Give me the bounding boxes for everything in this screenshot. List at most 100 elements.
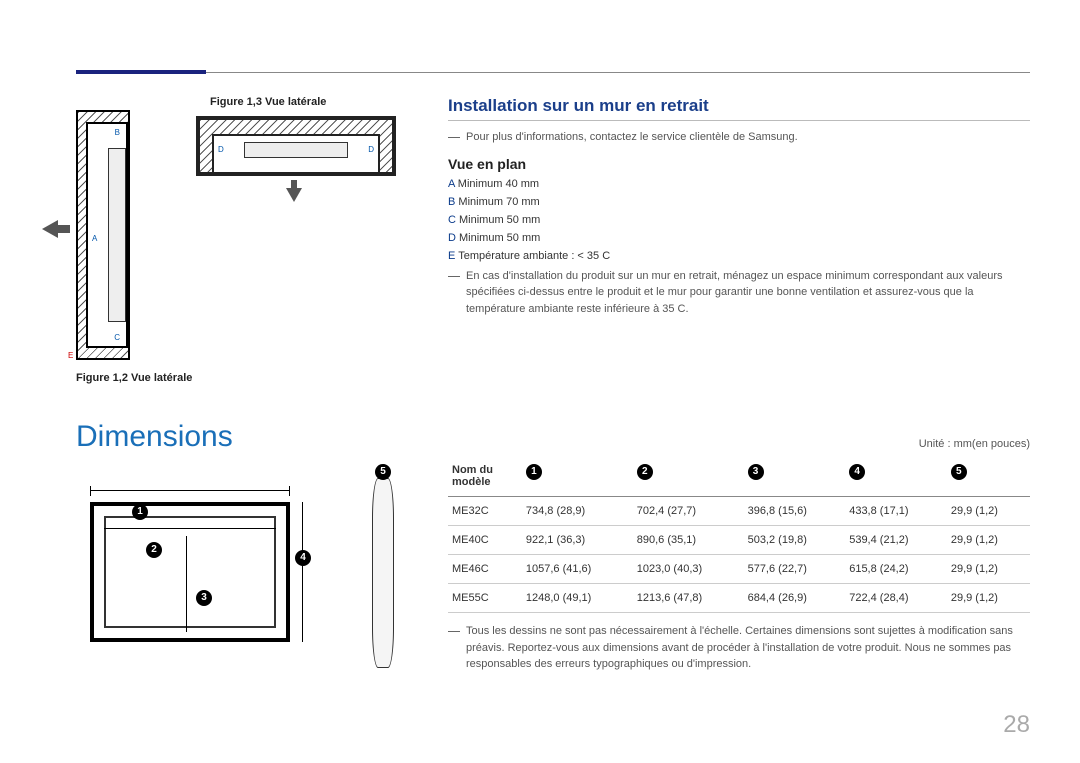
table-cell: 722,4 (28,4) [845,584,947,613]
table-cell: ME40C [448,526,522,555]
spec-e-key: E [448,250,455,262]
contact-note: Pour plus d'informations, contactez le s… [448,129,1030,146]
circled-1-icon: 1 [526,464,542,480]
spec-e: E Température ambiante : < 35 C [448,250,1030,262]
table-cell: 1248,0 (49,1) [522,584,633,613]
spec-a-key: A [448,178,455,190]
table-cell: 890,6 (35,1) [633,526,744,555]
col-5: 5 [947,456,1030,497]
marker-e: E [68,351,73,360]
spec-e-text: Température ambiante : < 35 C [458,250,610,262]
figure-1-3-diagram: D D [196,116,396,176]
col-model: Nom du modèle [448,456,522,497]
circled-2-icon: 2 [637,464,653,480]
table-cell: 29,9 (1,2) [947,526,1030,555]
spec-b: B Minimum 70 mm [448,196,1030,208]
table-cell: 29,9 (1,2) [947,497,1030,526]
col-4: 4 [845,456,947,497]
spec-d: D Minimum 50 mm [448,232,1030,244]
table-cell: 503,2 (19,8) [744,526,846,555]
page-number: 28 [1003,711,1030,739]
circled-3-icon: 3 [196,590,212,606]
spec-b-text: Minimum 70 mm [458,196,539,208]
display-outer-frame [90,502,290,642]
installation-section: Installation sur un mur en retrait Pour … [448,96,1030,321]
table-cell: 702,4 (27,7) [633,497,744,526]
arrow-down-icon [286,188,302,202]
marker-b: B [115,128,120,137]
spec-a: A Minimum 40 mm [448,178,1030,190]
dimensions-table-section: Unité : mm(en pouces) Nom du modèle 1 2 … [448,438,1030,673]
col-2: 2 [633,456,744,497]
front-dimensions-diagram: 1 2 3 4 [76,480,306,660]
circled-5-icon: 5 [375,464,391,480]
mounted-device-side [108,148,126,322]
display-inner-frame [104,516,276,628]
dimensions-table: Nom du modèle 1 2 3 4 5 ME32C734,8 (28,9… [448,456,1030,613]
col-model-l2: modèle [452,476,491,488]
table-cell: 396,8 (15,6) [744,497,846,526]
circled-3-icon: 3 [748,464,764,480]
dimension-line-4 [302,502,303,642]
table-cell: 1023,0 (40,3) [633,555,744,584]
spec-d-key: D [448,232,456,244]
table-cell: 433,8 (17,1) [845,497,947,526]
table-cell: 29,9 (1,2) [947,555,1030,584]
marker-a: A [92,234,97,243]
circled-1-icon: 1 [132,504,148,520]
table-header-row: Nom du modèle 1 2 3 4 5 [448,456,1030,497]
table-cell: 577,6 (22,7) [744,555,846,584]
table-cell: ME55C [448,584,522,613]
spec-b-key: B [448,196,455,208]
dimensions-heading: Dimensions [76,420,233,454]
spec-c: C Minimum 50 mm [448,214,1030,226]
dimensions-footnote: Tous les dessins ne sont pas nécessairem… [448,623,1030,673]
table-row: ME32C734,8 (28,9)702,4 (27,7)396,8 (15,6… [448,497,1030,526]
dimension-line-2 [104,528,276,529]
table-cell: 684,4 (26,9) [744,584,846,613]
marker-d-left: D [218,145,224,154]
dimension-line-1 [90,490,290,491]
table-cell: ME32C [448,497,522,526]
top-rule [76,72,1030,73]
table-row: ME46C1057,6 (41,6)1023,0 (40,3)577,6 (22… [448,555,1030,584]
table-cell: 615,8 (24,2) [845,555,947,584]
ventilation-note: En cas d'installation du produit sur un … [448,268,1030,318]
plan-view-heading: Vue en plan [448,156,1030,172]
circled-4-icon: 4 [295,550,311,566]
dimensions-tbody: ME32C734,8 (28,9)702,4 (27,7)396,8 (15,6… [448,497,1030,613]
marker-d-right: D [368,145,374,154]
table-cell: 734,8 (28,9) [522,497,633,526]
spec-c-text: Minimum 50 mm [459,214,540,226]
table-cell: 29,9 (1,2) [947,584,1030,613]
table-cell: 1057,6 (41,6) [522,555,633,584]
marker-c: C [114,333,120,342]
recess-cavity-side: B A C [86,122,128,348]
col-model-l1: Nom du [452,464,493,476]
figure-1-2-diagram: B A C E [76,110,130,360]
recess-cavity: D D [212,134,380,174]
unit-note: Unité : mm(en pouces) [448,438,1030,450]
table-cell: 539,4 (21,2) [845,526,947,555]
side-profile-diagram: 5 [372,478,394,668]
table-row: ME40C922,1 (36,3)890,6 (35,1)503,2 (19,8… [448,526,1030,555]
spec-d-text: Minimum 50 mm [459,232,540,244]
mounted-device [244,142,348,158]
top-accent-bar [76,70,206,74]
table-cell: 922,1 (36,3) [522,526,633,555]
figure-1-3-label: Figure 1,3 Vue latérale [210,96,326,108]
col-1: 1 [522,456,633,497]
dimension-line-3 [186,536,187,632]
col-3: 3 [744,456,846,497]
table-row: ME55C1248,0 (49,1)1213,6 (47,8)684,4 (26… [448,584,1030,613]
spec-a-text: Minimum 40 mm [458,178,539,190]
section-heading: Installation sur un mur en retrait [448,96,1030,121]
side-profile-shape [372,478,394,668]
circled-5-icon: 5 [951,464,967,480]
figure-1-2-label: Figure 1,2 Vue latérale [76,372,192,384]
circled-2-icon: 2 [146,542,162,558]
dim-tick [90,486,91,496]
table-cell: ME46C [448,555,522,584]
arrow-left-icon [42,220,58,238]
table-cell: 1213,6 (47,8) [633,584,744,613]
